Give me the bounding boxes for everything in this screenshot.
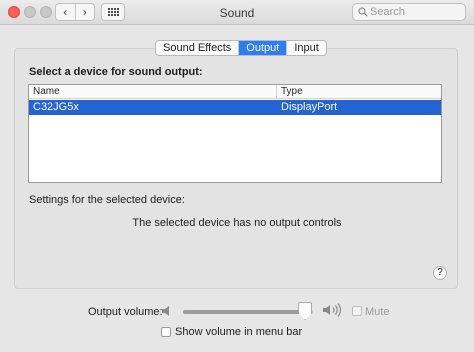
settings-label: Settings for the selected device: bbox=[29, 194, 185, 206]
output-device-table[interactable]: Name Type C32JG5x DisplayPort bbox=[28, 84, 442, 183]
speaker-high-icon bbox=[323, 303, 342, 317]
table-row[interactable]: C32JG5x DisplayPort bbox=[29, 100, 441, 115]
show-volume-label: Show volume in menu bar bbox=[175, 326, 303, 338]
no-controls-message: The selected device has no output contro… bbox=[132, 217, 342, 229]
title-bar: ‹ › Sound Search bbox=[0, 0, 474, 25]
search-placeholder: Search bbox=[370, 6, 405, 18]
table-header: Name Type bbox=[29, 85, 441, 99]
output-volume-label: Output volume: bbox=[88, 306, 163, 318]
show-volume-checkbox[interactable] bbox=[161, 327, 171, 337]
device-name: C32JG5x bbox=[33, 101, 79, 113]
section-title: Select a device for sound output: bbox=[29, 66, 203, 78]
speaker-low-icon bbox=[162, 306, 169, 316]
mute-checkbox[interactable] bbox=[352, 306, 362, 316]
search-icon bbox=[358, 7, 368, 17]
column-header-name[interactable]: Name bbox=[29, 85, 277, 98]
volume-slider[interactable] bbox=[183, 310, 313, 314]
tab-input[interactable]: Input bbox=[286, 41, 325, 55]
column-header-type[interactable]: Type bbox=[277, 85, 303, 98]
tab-sound-effects[interactable]: Sound Effects bbox=[156, 41, 238, 55]
mute-label: Mute bbox=[365, 306, 390, 318]
help-icon[interactable]: ? bbox=[433, 266, 447, 280]
tab-output[interactable]: Output bbox=[238, 41, 287, 55]
volume-slider-fill bbox=[183, 310, 306, 314]
tab-bar: Sound Effects Output Input bbox=[155, 40, 327, 56]
search-input[interactable]: Search bbox=[352, 3, 466, 21]
device-type: DisplayPort bbox=[281, 101, 338, 113]
